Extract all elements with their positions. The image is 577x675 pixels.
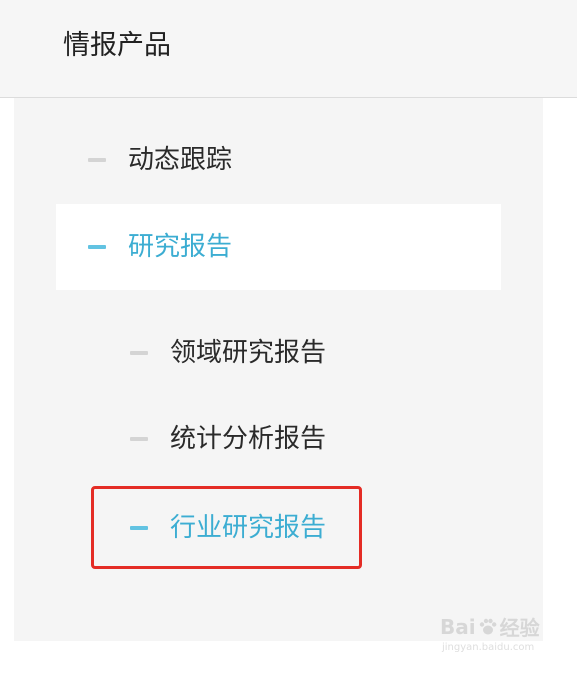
page: 情报产品 动态跟踪 研究报告 领域研究报告 统计分析报告 行业研究报告 Bai — [0, 0, 577, 675]
submenu-item-field-research-reports[interactable]: 领域研究报告 — [130, 333, 326, 373]
menu-item-label: 研究报告 — [128, 232, 233, 262]
dash-icon — [130, 351, 148, 355]
dash-icon — [130, 525, 148, 530]
watermark-url: jingyan.baidu.com — [442, 642, 535, 653]
baidu-jingyan-watermark: Bai 经验 jingyan.baidu.com — [440, 612, 572, 668]
page-title: 情报产品 — [63, 30, 171, 61]
submenu-item-statistical-analysis-reports[interactable]: 统计分析报告 — [130, 419, 326, 459]
menu-item-dynamic-tracking[interactable]: 动态跟踪 — [88, 140, 232, 180]
paw-icon — [479, 618, 497, 634]
watermark-logo-right: 经验 — [499, 616, 540, 640]
menu-item-label: 动态跟踪 — [128, 145, 233, 175]
menu-item-label: 领域研究报告 — [170, 338, 327, 368]
dash-icon — [88, 158, 106, 162]
submenu-item-industry-research-reports[interactable]: 行业研究报告 — [91, 486, 362, 569]
header: 情报产品 — [0, 0, 577, 98]
menu-item-label: 行业研究报告 — [170, 512, 327, 543]
watermark-logo-left: Bai — [440, 614, 476, 639]
dash-icon — [88, 245, 106, 249]
menu-item-research-reports[interactable]: 研究报告 — [56, 204, 501, 290]
watermark-logo: Bai 经验 — [440, 612, 540, 641]
dash-icon — [130, 437, 148, 441]
menu-item-label: 统计分析报告 — [170, 424, 327, 454]
